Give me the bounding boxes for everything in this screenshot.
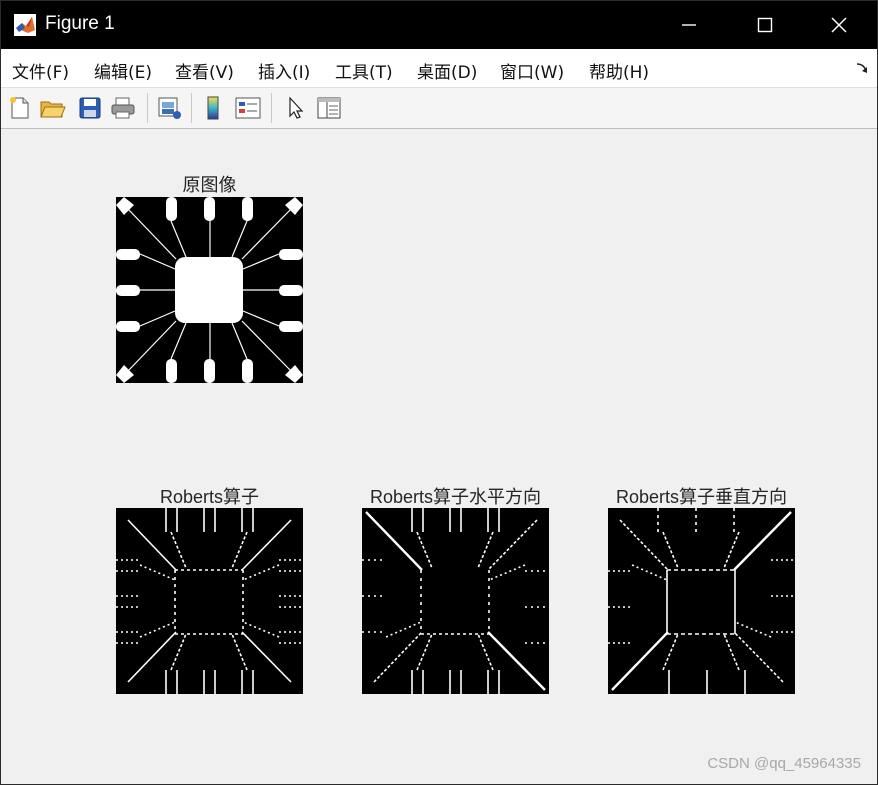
property-inspector-button[interactable]: [315, 94, 343, 122]
toolbar-separator: [271, 93, 272, 123]
link-plot-button[interactable]: [155, 94, 183, 122]
minimize-button[interactable]: [653, 1, 725, 49]
edit-plot-icon: [289, 96, 304, 119]
print-icon: [111, 97, 135, 119]
subplot-title-original: 原图像: [182, 175, 237, 195]
maximize-button[interactable]: [729, 1, 801, 49]
dock-arrow-icon[interactable]: [855, 61, 869, 75]
save-icon: [79, 97, 101, 119]
image-roberts-both[interactable]: [116, 508, 303, 694]
toolbar-separator: [147, 93, 148, 123]
insert-legend-button[interactable]: [234, 94, 262, 122]
menu-file[interactable]: 文件(F): [12, 58, 69, 83]
subplot-title-roberts: Roberts算子: [159, 487, 260, 507]
image-original[interactable]: [116, 197, 303, 383]
menu-edit[interactable]: 编辑(E): [94, 58, 152, 83]
window-title: Figure 1: [45, 13, 115, 34]
menu-tools[interactable]: 工具(T): [335, 58, 393, 83]
menu-view[interactable]: 查看(V): [175, 58, 234, 83]
menu-window[interactable]: 窗口(W): [500, 58, 564, 83]
toolbar: [1, 87, 877, 129]
toolbar-separator: [191, 93, 192, 123]
title-bar[interactable]: Figure 1: [1, 1, 877, 49]
new-figure-button[interactable]: [6, 94, 34, 122]
menu-desktop[interactable]: 桌面(D): [417, 58, 477, 83]
new-figure-icon: [10, 97, 29, 119]
image-roberts-horizontal[interactable]: [362, 508, 549, 694]
open-file-button[interactable]: [39, 94, 67, 122]
link-plot-icon: [158, 97, 181, 119]
menu-insert[interactable]: 插入(I): [258, 58, 310, 83]
maximize-icon: [757, 17, 773, 33]
print-button[interactable]: [109, 94, 137, 122]
insert-legend-icon: [235, 97, 261, 119]
insert-colorbar-button[interactable]: [199, 94, 227, 122]
close-button[interactable]: [803, 1, 875, 49]
open-file-icon: [40, 101, 66, 118]
minimize-icon: [682, 24, 696, 26]
menu-help[interactable]: 帮助(H): [589, 58, 649, 83]
save-button[interactable]: [76, 94, 104, 122]
close-icon: [831, 17, 847, 33]
watermark: CSDN @qq_45964335: [707, 755, 861, 772]
subplot-title-roberts-horizontal: Roberts算子水平方向: [369, 487, 542, 507]
property-inspector-icon: [317, 97, 341, 119]
figure-window: Figure 1 文件(F) 编辑(E) 查看(V) 插入(I) 工具(T) 桌…: [0, 0, 878, 785]
edit-plot-button[interactable]: [282, 94, 310, 122]
menu-bar: 文件(F) 编辑(E) 查看(V) 插入(I) 工具(T) 桌面(D) 窗口(W…: [1, 49, 877, 87]
subplot-title-roberts-vertical: Roberts算子垂直方向: [615, 487, 788, 507]
insert-colorbar-icon: [207, 96, 219, 120]
matlab-logo-icon: [14, 14, 36, 36]
image-roberts-vertical[interactable]: [608, 508, 795, 694]
